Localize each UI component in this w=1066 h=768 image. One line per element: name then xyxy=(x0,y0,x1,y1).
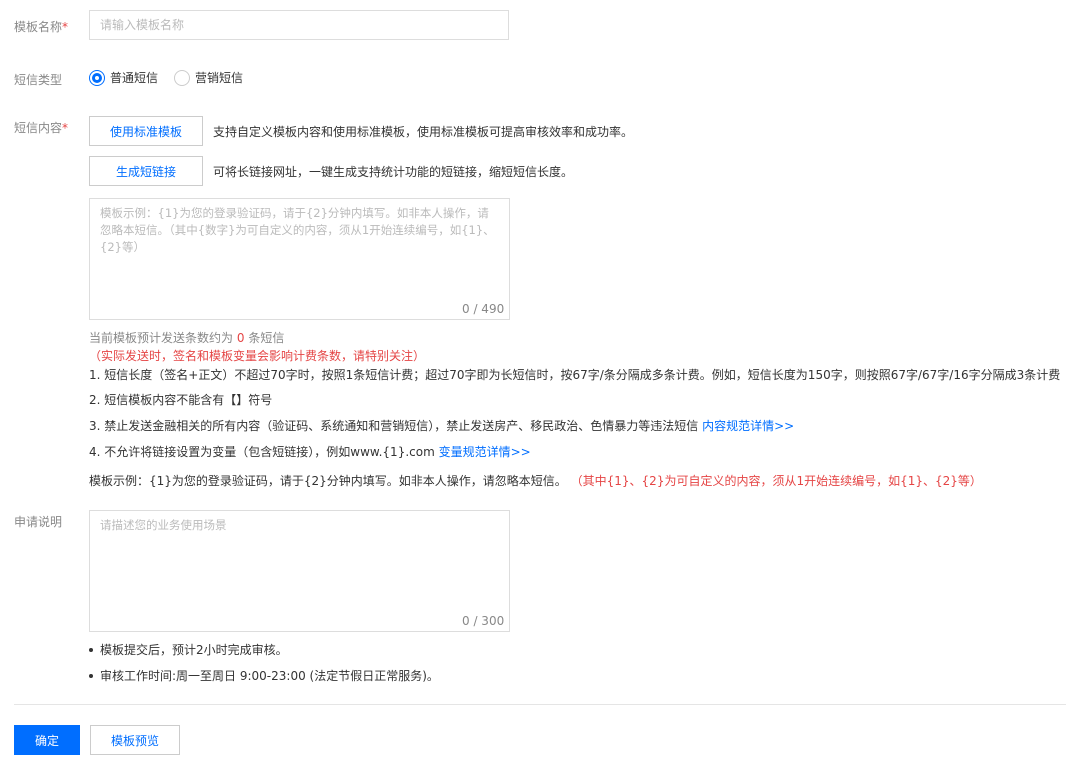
template-preview-button[interactable]: 模板预览 xyxy=(90,725,180,755)
radio-unchecked-icon xyxy=(174,69,190,86)
sms-type-label: 短信类型 xyxy=(14,73,63,87)
template-example: 模板示例：{1}为您的登录验证码，请于{2}分钟内填写。如非本人操作，请忽略本短… xyxy=(89,474,982,488)
note-review-time: 模板提交后，预计2小时完成审核。 xyxy=(89,641,288,658)
template-name-label: 模板名称* xyxy=(14,20,69,34)
estimate-note: （实际发送时，签名和模板变量会影响计费条数，请特别关注） xyxy=(89,349,426,363)
footer-divider xyxy=(14,704,1066,705)
content-rules-link[interactable]: 内容规范详情>> xyxy=(702,419,794,433)
use-standard-template-button[interactable]: 使用标准模板 xyxy=(89,116,203,146)
generate-short-link-button[interactable]: 生成短链接 xyxy=(89,156,203,186)
sms-content-label: 短信内容* xyxy=(14,121,69,135)
radio-normal-sms[interactable]: 普通短信 xyxy=(89,69,158,86)
radio-marketing-sms[interactable]: 营销短信 xyxy=(174,69,243,86)
rule-2: 2. 短信模板内容不能含有【】符号 xyxy=(89,393,273,407)
note-working-hours: 审核工作时间:周一至周日 9:00-23:00 (法定节假日正常服务)。 xyxy=(89,667,439,684)
estimate-count-text: 当前模板预计发送条数约为 0 条短信 xyxy=(89,331,285,345)
content-char-counter: 0 / 490 xyxy=(462,302,505,316)
bullet-icon xyxy=(89,673,93,678)
standard-template-desc: 支持自定义模板内容和使用标准模板，使用标准模板可提高审核效率和成功率。 xyxy=(213,125,634,139)
confirm-button[interactable]: 确定 xyxy=(14,725,80,755)
variable-rules-link[interactable]: 变量规范详情>> xyxy=(439,445,531,459)
radio-checked-icon xyxy=(89,69,105,86)
application-desc-label: 申请说明 xyxy=(14,515,63,529)
bullet-icon xyxy=(89,647,93,652)
application-desc-textarea[interactable] xyxy=(89,510,510,632)
rule-1: 1. 短信长度（签名+正文）不超过70字时，按照1条短信计费；超过70字即为长短… xyxy=(89,368,1061,382)
sms-content-textarea[interactable] xyxy=(89,198,510,320)
application-char-counter: 0 / 300 xyxy=(462,614,505,628)
short-link-desc: 可将长链接网址，一键生成支持统计功能的短链接，缩短短信长度。 xyxy=(213,165,574,179)
template-name-input[interactable] xyxy=(89,10,509,40)
rule-4: 4. 不允许将链接设置为变量（包含短链接），例如www.{1}.com 变量规范… xyxy=(89,445,531,459)
rule-3: 3. 禁止发送金融相关的所有内容（验证码、系统通知和营销短信），禁止发送房产、移… xyxy=(89,419,795,433)
